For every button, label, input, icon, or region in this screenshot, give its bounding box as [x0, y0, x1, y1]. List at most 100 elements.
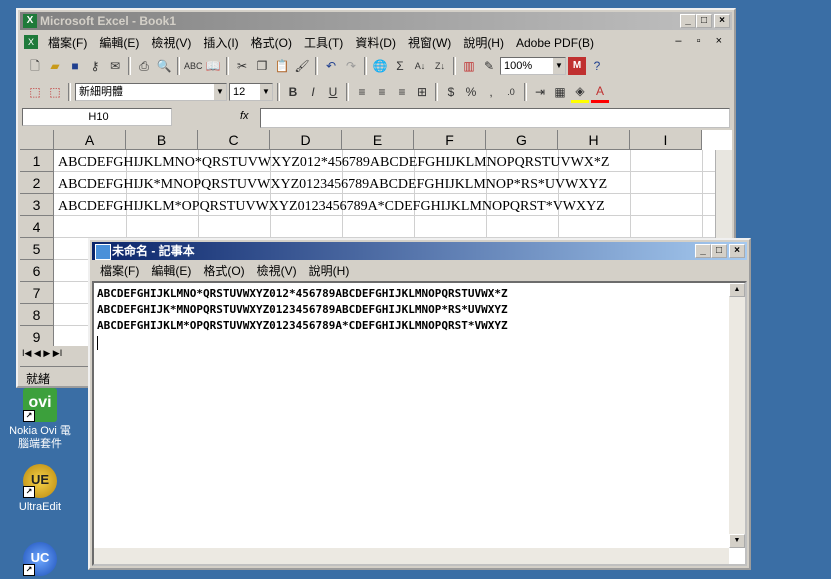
row-header-9[interactable]: 9	[20, 326, 54, 346]
chart-wizard-icon[interactable]: ▥	[460, 57, 478, 75]
print-icon[interactable]: ⎙	[135, 57, 153, 75]
font-name-select[interactable]: 新細明體 ▼	[75, 83, 227, 101]
cell-A2[interactable]: ABCDEFGHIJK*MNOPQRSTUVWXYZ0123456789ABCD…	[58, 177, 607, 193]
fill-color-icon[interactable]: ◈	[571, 82, 589, 103]
maximize-button[interactable]: □	[696, 14, 712, 28]
cell-A1[interactable]: ABCDEFGHIJKLMNO*QRSTUVWXYZ012*456789ABCD…	[58, 155, 609, 171]
underline-button[interactable]: U	[324, 83, 342, 101]
email-icon[interactable]: ✉	[106, 57, 124, 75]
scroll-down-icon[interactable]: ▼	[729, 534, 745, 548]
new-icon[interactable]: 🗋	[26, 57, 44, 75]
scroll-up-icon[interactable]: ▲	[729, 283, 745, 297]
row-header-8[interactable]: 8	[20, 304, 54, 326]
format-painter-icon[interactable]: 🖌	[293, 57, 311, 75]
spelling-icon[interactable]: ABC	[184, 57, 203, 75]
indent-icon[interactable]: ⇥	[531, 83, 549, 101]
percent-icon[interactable]: %	[462, 83, 480, 101]
cut-icon[interactable]: ✂	[233, 57, 251, 75]
column-header-I[interactable]: I	[630, 130, 702, 150]
drawing-icon[interactable]: ✎	[480, 57, 498, 75]
acrobat-icon[interactable]: M	[568, 57, 586, 75]
comma-icon[interactable]: ,	[482, 83, 500, 101]
column-header-B[interactable]: B	[126, 130, 198, 150]
menu-window[interactable]: 視窗(W)	[402, 34, 457, 51]
desktop-icon-nokia-ovi[interactable]: ovi ↗ Nokia Ovi 電腦端套件	[0, 388, 80, 451]
column-header-A[interactable]: A	[54, 130, 126, 150]
menu-format[interactable]: 格式(O)	[197, 262, 250, 279]
notepad-titlebar[interactable]: 未命名 - 記事本 _ □ ×	[92, 242, 747, 260]
font-color-icon[interactable]: A	[591, 82, 609, 103]
menu-format[interactable]: 格式(O)	[245, 34, 298, 51]
pdf-create-icon[interactable]: ⬚	[26, 83, 44, 101]
workbook-restore-icon[interactable]: ▫	[691, 35, 707, 47]
column-header-G[interactable]: G	[486, 130, 558, 150]
autosum-icon[interactable]: Σ	[391, 57, 409, 75]
menu-file[interactable]: 檔案(F)	[94, 262, 145, 279]
row-header-2[interactable]: 2	[20, 172, 54, 194]
sort-ascending-icon[interactable]: A↓	[411, 57, 429, 75]
help-icon[interactable]: ?	[588, 57, 606, 75]
undo-icon[interactable]: ↶	[322, 57, 340, 75]
italic-button[interactable]: I	[304, 83, 322, 101]
menu-view[interactable]: 檢視(V)	[251, 262, 303, 279]
sheet-tab-nav[interactable]: I◀ ◀ ▶ ▶I	[22, 348, 62, 359]
research-icon[interactable]: 📖	[204, 57, 222, 75]
vertical-scrollbar[interactable]: ▲ ▼	[729, 283, 745, 548]
row-header-1[interactable]: 1	[20, 150, 54, 172]
select-all-corner[interactable]	[20, 130, 54, 150]
horizontal-scrollbar[interactable]	[94, 548, 729, 564]
menu-edit[interactable]: 編輯(E)	[93, 34, 145, 51]
notepad-edit-area[interactable]: ABCDEFGHIJKLMNO*QRSTUVWXYZ012*456789ABCD…	[92, 281, 747, 566]
column-header-D[interactable]: D	[270, 130, 342, 150]
align-center-icon[interactable]: ≡	[373, 83, 391, 101]
column-header-E[interactable]: E	[342, 130, 414, 150]
menu-file[interactable]: 檔案(F)	[42, 34, 93, 51]
name-box[interactable]: H10	[22, 108, 172, 126]
print-preview-icon[interactable]: 🔍	[155, 57, 173, 75]
menu-help[interactable]: 說明(H)	[303, 262, 356, 279]
increase-decimal-icon[interactable]: .0	[502, 83, 520, 101]
workbook-close-icon[interactable]: ×	[710, 35, 728, 47]
menu-adobe-pdf[interactable]: Adobe PDF(B)	[510, 36, 600, 50]
save-icon[interactable]: ■	[66, 57, 84, 75]
borders-icon[interactable]: ▦	[551, 83, 569, 101]
pdf-email-icon[interactable]: ⬚	[46, 83, 64, 101]
paste-icon[interactable]: 📋	[273, 57, 291, 75]
align-right-icon[interactable]: ≡	[393, 83, 411, 101]
font-size-select[interactable]: 12 ▼	[229, 83, 273, 101]
merge-center-icon[interactable]: ⊞	[413, 83, 431, 101]
permission-icon[interactable]: ⚷	[86, 57, 104, 75]
fx-icon[interactable]: fx	[240, 110, 249, 122]
desktop-icon-uc[interactable]: UC ↗	[0, 542, 80, 579]
align-left-icon[interactable]: ≡	[353, 83, 371, 101]
row-header-7[interactable]: 7	[20, 282, 54, 304]
zoom-select[interactable]: 100% ▼	[500, 57, 566, 75]
sort-descending-icon[interactable]: Z↓	[431, 57, 449, 75]
row-header-4[interactable]: 4	[20, 216, 54, 238]
menu-data[interactable]: 資料(D)	[349, 34, 402, 51]
menu-tools[interactable]: 工具(T)	[298, 34, 349, 51]
column-header-C[interactable]: C	[198, 130, 270, 150]
currency-icon[interactable]: $	[442, 83, 460, 101]
minimize-button[interactable]: _	[695, 244, 711, 258]
menu-help[interactable]: 說明(H)	[457, 34, 510, 51]
open-icon[interactable]: ▰	[46, 57, 64, 75]
notepad-text[interactable]: ABCDEFGHIJKLMNO*QRSTUVWXYZ012*456789ABCD…	[94, 283, 727, 546]
formula-input[interactable]	[260, 108, 730, 128]
redo-icon[interactable]: ↷	[342, 57, 360, 75]
workbook-minimize-icon[interactable]: –	[669, 35, 687, 47]
menu-view[interactable]: 檢視(V)	[145, 34, 197, 51]
menu-insert[interactable]: 插入(I)	[197, 34, 244, 51]
column-header-H[interactable]: H	[558, 130, 630, 150]
menu-edit[interactable]: 編輯(E)	[145, 262, 197, 279]
maximize-button[interactable]: □	[711, 244, 727, 258]
excel-titlebar[interactable]: X Microsoft Excel - Book1 _ □ ×	[20, 12, 732, 30]
close-button[interactable]: ×	[729, 244, 745, 258]
desktop-icon-ultraedit[interactable]: UE ↗ UltraEdit	[0, 464, 80, 514]
row-header-6[interactable]: 6	[20, 260, 54, 282]
row-header-5[interactable]: 5	[20, 238, 54, 260]
cell-A3[interactable]: ABCDEFGHIJKLM*OPQRSTUVWXYZ0123456789A*CD…	[58, 199, 605, 215]
copy-icon[interactable]: ❐	[253, 57, 271, 75]
hyperlink-icon[interactable]: 🌐	[371, 57, 389, 75]
column-header-F[interactable]: F	[414, 130, 486, 150]
